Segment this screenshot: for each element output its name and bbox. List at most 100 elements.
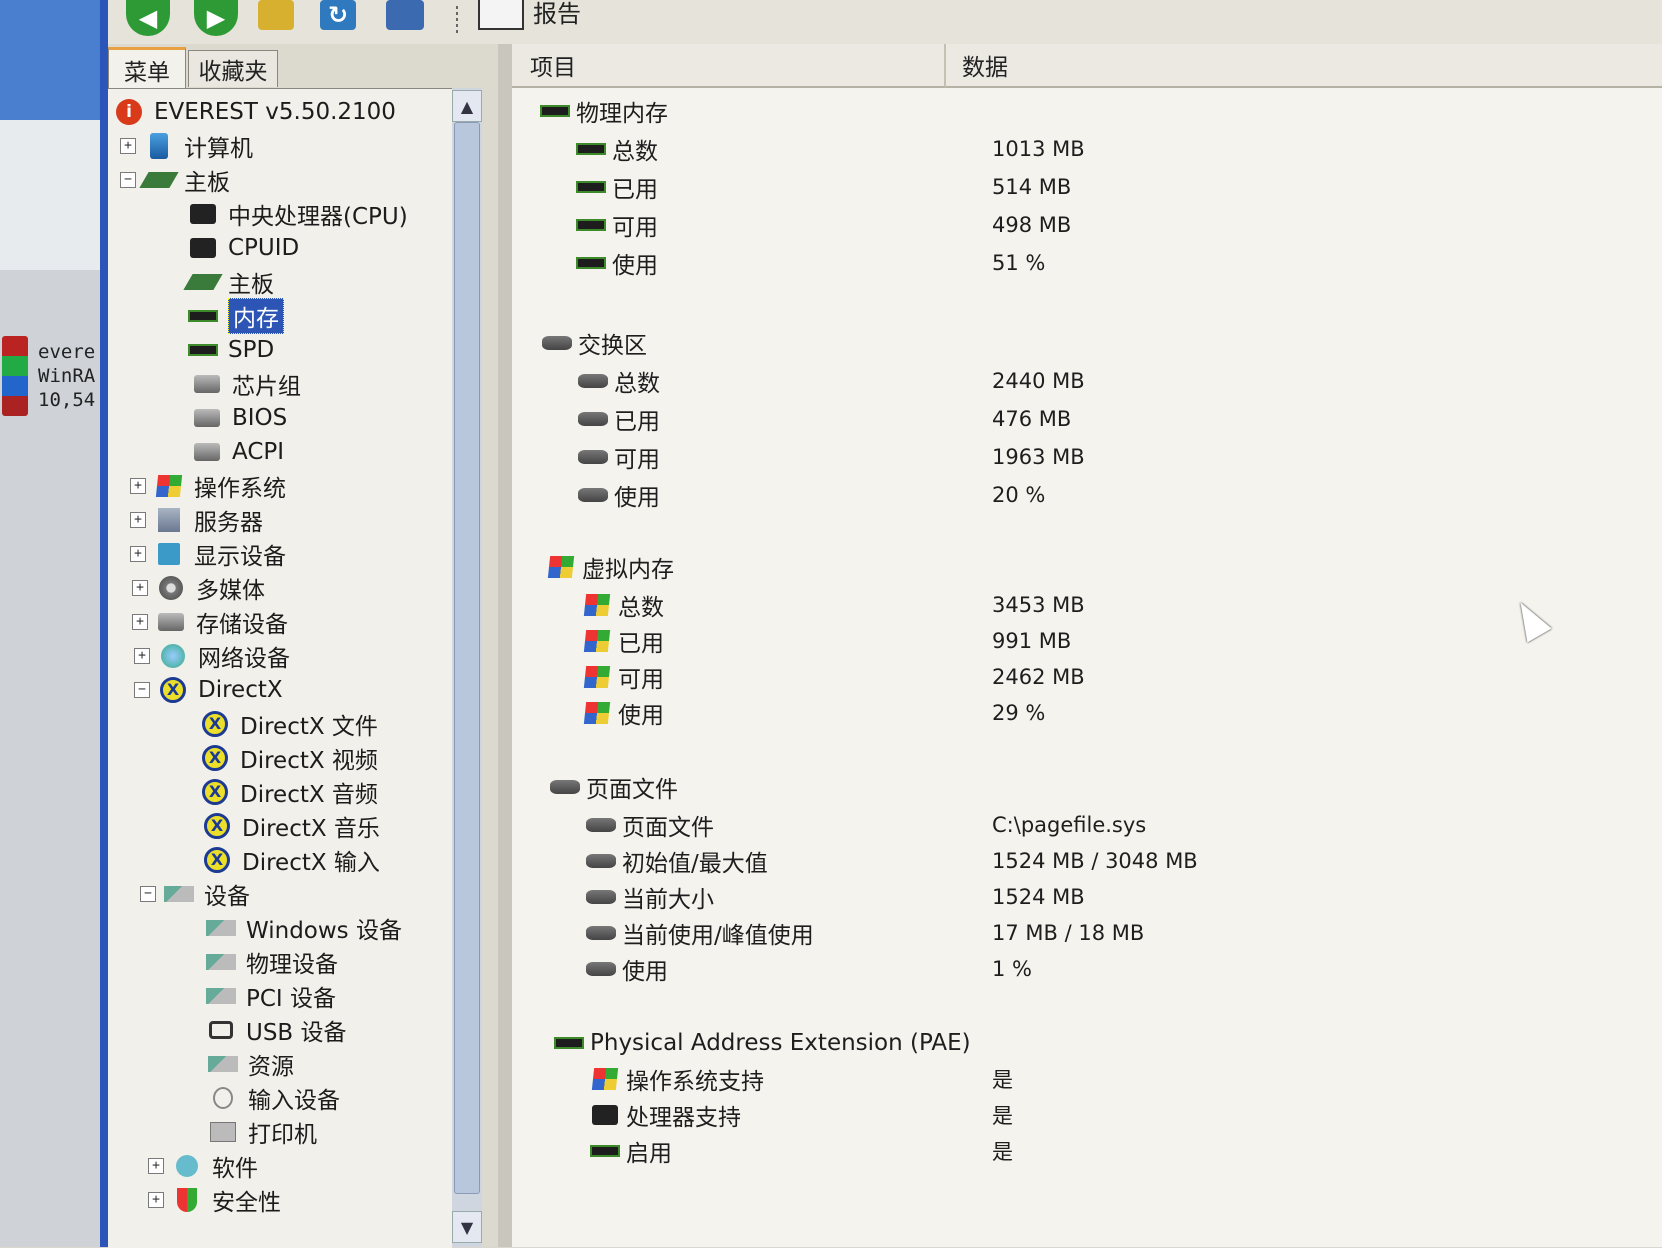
list-item[interactable]: 已用 xyxy=(580,624,664,658)
list-item[interactable]: 使用 xyxy=(584,952,668,986)
tree-item-spd[interactable]: SPD xyxy=(188,335,274,365)
list-item[interactable]: 使用 xyxy=(580,696,664,730)
list-item[interactable]: 处理器支持 xyxy=(588,1098,741,1132)
list-item[interactable]: 可用 xyxy=(574,208,658,242)
list-item[interactable]: 总数 xyxy=(580,588,664,622)
collapse-icon[interactable]: − xyxy=(120,172,136,188)
list-item[interactable]: 使用 xyxy=(574,246,658,280)
list-item[interactable]: 可用 xyxy=(580,660,664,694)
section-virtual-memory[interactable]: 虚拟内存 xyxy=(544,550,674,584)
expand-icon[interactable]: + xyxy=(130,478,146,494)
tree-item-software[interactable]: + 软件 xyxy=(148,1151,258,1182)
expand-icon[interactable]: + xyxy=(148,1192,164,1208)
tree-item-dx-audio[interactable]: X DirectX 音频 xyxy=(200,777,378,808)
tree-item-cpuid[interactable]: CPUID xyxy=(188,233,299,263)
tree-item-physical-devices[interactable]: 物理设备 xyxy=(206,947,338,978)
tree-item-display[interactable]: + 显示设备 xyxy=(130,539,286,570)
tree-item-root[interactable]: i EVEREST v5.50.2100 xyxy=(114,97,396,127)
forward-icon[interactable]: ▶ xyxy=(194,0,238,36)
tree-item-dx-input[interactable]: X DirectX 输入 xyxy=(202,845,380,876)
chevron-up-icon[interactable]: ▲ xyxy=(452,90,482,122)
list-item[interactable]: 可用 xyxy=(576,440,660,474)
expand-icon[interactable]: + xyxy=(148,1158,164,1174)
tree-item-motherboard[interactable]: 主板 xyxy=(183,267,274,298)
tree-item-devices[interactable]: − 设备 xyxy=(140,879,250,910)
tree-item-security[interactable]: + 安全性 xyxy=(148,1185,281,1216)
tree-item-chipset[interactable]: 芯片组 xyxy=(192,369,301,400)
section-pae[interactable]: Physical Address Extension (PAE) xyxy=(552,1026,971,1060)
devices-icon xyxy=(206,984,236,1008)
collapse-icon[interactable]: − xyxy=(140,886,156,902)
list-item-value: 498 MB xyxy=(992,213,1072,237)
list-item[interactable]: 使用 xyxy=(576,478,660,512)
refresh-icon[interactable]: ↻ xyxy=(320,0,356,30)
expand-icon[interactable]: + xyxy=(130,512,146,528)
tree-item-windows-devices[interactable]: Windows 设备 xyxy=(206,913,402,944)
tree-item-motherboard-group[interactable]: − 主板 xyxy=(120,165,230,196)
desktop-icon-label[interactable]: evere WinRA 10,54 xyxy=(38,340,100,412)
list-item[interactable]: 页面文件 xyxy=(584,808,714,842)
tree-item-resources[interactable]: 资源 xyxy=(208,1049,294,1080)
list-item[interactable]: 总数 xyxy=(576,364,660,398)
section-page-file[interactable]: 页面文件 xyxy=(548,770,678,804)
list-item[interactable]: 初始值/最大值 xyxy=(584,844,768,878)
ram-icon xyxy=(588,1141,622,1161)
tree-item-dx-video[interactable]: X DirectX 视频 xyxy=(200,743,378,774)
tree-item-directx[interactable]: − X DirectX xyxy=(134,675,283,705)
scrollbar-thumb[interactable] xyxy=(454,122,480,1194)
folder-icon[interactable] xyxy=(258,0,294,30)
shield-icon xyxy=(172,1188,202,1212)
column-header-item[interactable]: 项目 xyxy=(512,44,946,88)
tree-item-computer[interactable]: + 计算机 xyxy=(120,131,253,162)
section-physical-memory[interactable]: 物理内存 xyxy=(538,94,668,128)
column-header-data[interactable]: 数据 xyxy=(946,44,1662,88)
tree-item-cpu[interactable]: 中央处理器(CPU) xyxy=(188,199,408,230)
devices-icon xyxy=(164,882,194,906)
list-item[interactable]: 已用 xyxy=(574,170,658,204)
list-item[interactable]: 当前使用/峰值使用 xyxy=(584,916,814,950)
expand-icon[interactable]: + xyxy=(132,580,148,596)
list-item[interactable]: 启用 xyxy=(588,1134,672,1168)
list-item[interactable]: 当前大小 xyxy=(584,880,714,914)
tree-item-input-devices[interactable]: 输入设备 xyxy=(208,1083,340,1114)
tree-item-storage[interactable]: + 存储设备 xyxy=(132,607,288,638)
expand-icon[interactable]: + xyxy=(130,546,146,562)
tree-item-network[interactable]: + 网络设备 xyxy=(134,641,290,672)
expand-icon[interactable]: + xyxy=(120,138,136,154)
list-item[interactable]: 已用 xyxy=(576,402,660,436)
printer-icon xyxy=(208,1120,238,1144)
tab-favorites[interactable]: 收藏夹 xyxy=(188,50,278,87)
collapse-icon[interactable]: − xyxy=(134,682,150,698)
tree-scrollbar[interactable]: ▲ ▼ xyxy=(452,88,482,1247)
list-item[interactable]: 总数 xyxy=(574,132,658,166)
tree-item-server[interactable]: + 服务器 xyxy=(130,505,263,536)
windows-icon xyxy=(580,630,614,652)
section-swap[interactable]: 交换区 xyxy=(540,326,647,360)
list-item[interactable]: 操作系统支持 xyxy=(588,1062,764,1096)
tree-item-acpi[interactable]: ACPI xyxy=(192,437,284,467)
tree-item-bios[interactable]: BIOS xyxy=(192,403,287,433)
tree-item-os[interactable]: + 操作系统 xyxy=(130,471,286,502)
disk-icon xyxy=(584,959,618,979)
computer-icon xyxy=(144,133,174,159)
tree-item-pci-devices[interactable]: PCI 设备 xyxy=(206,981,336,1012)
winrar-icon[interactable] xyxy=(2,336,28,416)
report-icon[interactable] xyxy=(478,0,524,30)
expand-icon[interactable]: + xyxy=(132,614,148,630)
chevron-down-icon[interactable]: ▼ xyxy=(452,1211,482,1243)
tab-menu[interactable]: 菜单 xyxy=(108,47,186,90)
tree-item-printers[interactable]: 打印机 xyxy=(208,1117,317,1148)
tree-item-dx-music[interactable]: X DirectX 音乐 xyxy=(202,811,380,842)
back-icon[interactable]: ◀ xyxy=(126,0,170,36)
directx-icon: X xyxy=(202,847,232,873)
tree-item-multimedia[interactable]: + 多媒体 xyxy=(132,573,265,604)
users-icon[interactable] xyxy=(386,0,424,30)
tree-item-usb-devices[interactable]: USB 设备 xyxy=(206,1015,347,1046)
report-button-label[interactable]: 报告 xyxy=(533,0,581,29)
tree-item-dx-files[interactable]: X DirectX 文件 xyxy=(200,709,378,740)
window-border xyxy=(100,0,108,1247)
expand-icon[interactable]: + xyxy=(134,648,150,664)
tree-item-memory[interactable]: 内存 xyxy=(188,298,284,334)
panel-splitter[interactable] xyxy=(498,44,512,1247)
ram-icon xyxy=(574,177,608,197)
